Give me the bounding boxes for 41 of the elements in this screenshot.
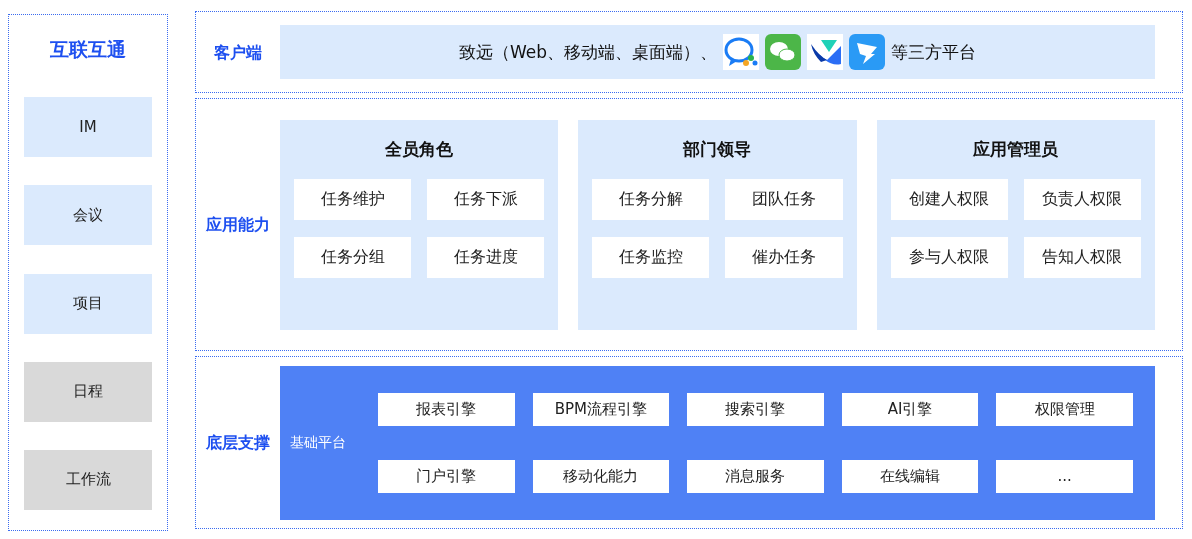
chat-bubbles-icon: [765, 34, 802, 70]
capability-item: 创建人权限: [890, 178, 1008, 220]
section-label: 底层支撑: [205, 432, 271, 453]
lightning-wing-icon: [849, 34, 886, 70]
capability-item: 催办任务: [725, 236, 843, 278]
capability-item: 任务监控: [592, 236, 710, 278]
sidebar-item: 工作流: [24, 449, 152, 510]
client-text: 等三方平台: [891, 40, 977, 64]
sidebar-item: 会议: [24, 185, 152, 246]
sidebar-item: 日程: [24, 361, 152, 422]
platform-label: 基础平台: [290, 433, 347, 452]
platform-item: ...: [996, 459, 1133, 493]
capability-item: 任务维护: [294, 178, 412, 220]
chat-bubble-icon: [723, 34, 760, 70]
platform-item: 报表引擎: [378, 392, 515, 426]
sidebar-item: 项目: [24, 273, 152, 334]
platform-item: 门户引擎: [378, 459, 515, 493]
capability-item: 团队任务: [725, 178, 843, 220]
capability-item: 负责人权限: [1023, 178, 1141, 220]
capability-item: 任务进度: [427, 236, 545, 278]
capability-item: 任务下派: [427, 178, 545, 220]
section-label: 客户端: [213, 41, 263, 63]
platform-item: AI引擎: [841, 392, 979, 426]
section-label: 应用能力: [205, 214, 271, 235]
client-text: 致远（Web、移动端、桌面端）、: [458, 40, 718, 64]
sidebar-item: IM: [24, 97, 152, 158]
platform-item: 搜索引擎: [687, 392, 824, 426]
platform-item: 在线编辑: [841, 459, 979, 493]
role-title: 应用管理员: [973, 137, 1059, 161]
role-title: 全员角色: [385, 137, 454, 161]
capability-item: 参与人权限: [890, 236, 1008, 278]
platform-item: BPM流程引擎: [532, 392, 670, 426]
capability-item: 任务分组: [294, 236, 412, 278]
platform-item: 消息服务: [687, 459, 824, 493]
capability-item: 告知人权限: [1023, 236, 1141, 278]
role-title: 部门领导: [683, 137, 752, 161]
platform-item: 权限管理: [996, 392, 1133, 426]
capability-item: 任务分解: [592, 178, 710, 220]
platform-item: 移动化能力: [532, 459, 670, 493]
sidebar-title: 互联互通: [50, 37, 126, 62]
check-wing-icon: [807, 34, 844, 70]
